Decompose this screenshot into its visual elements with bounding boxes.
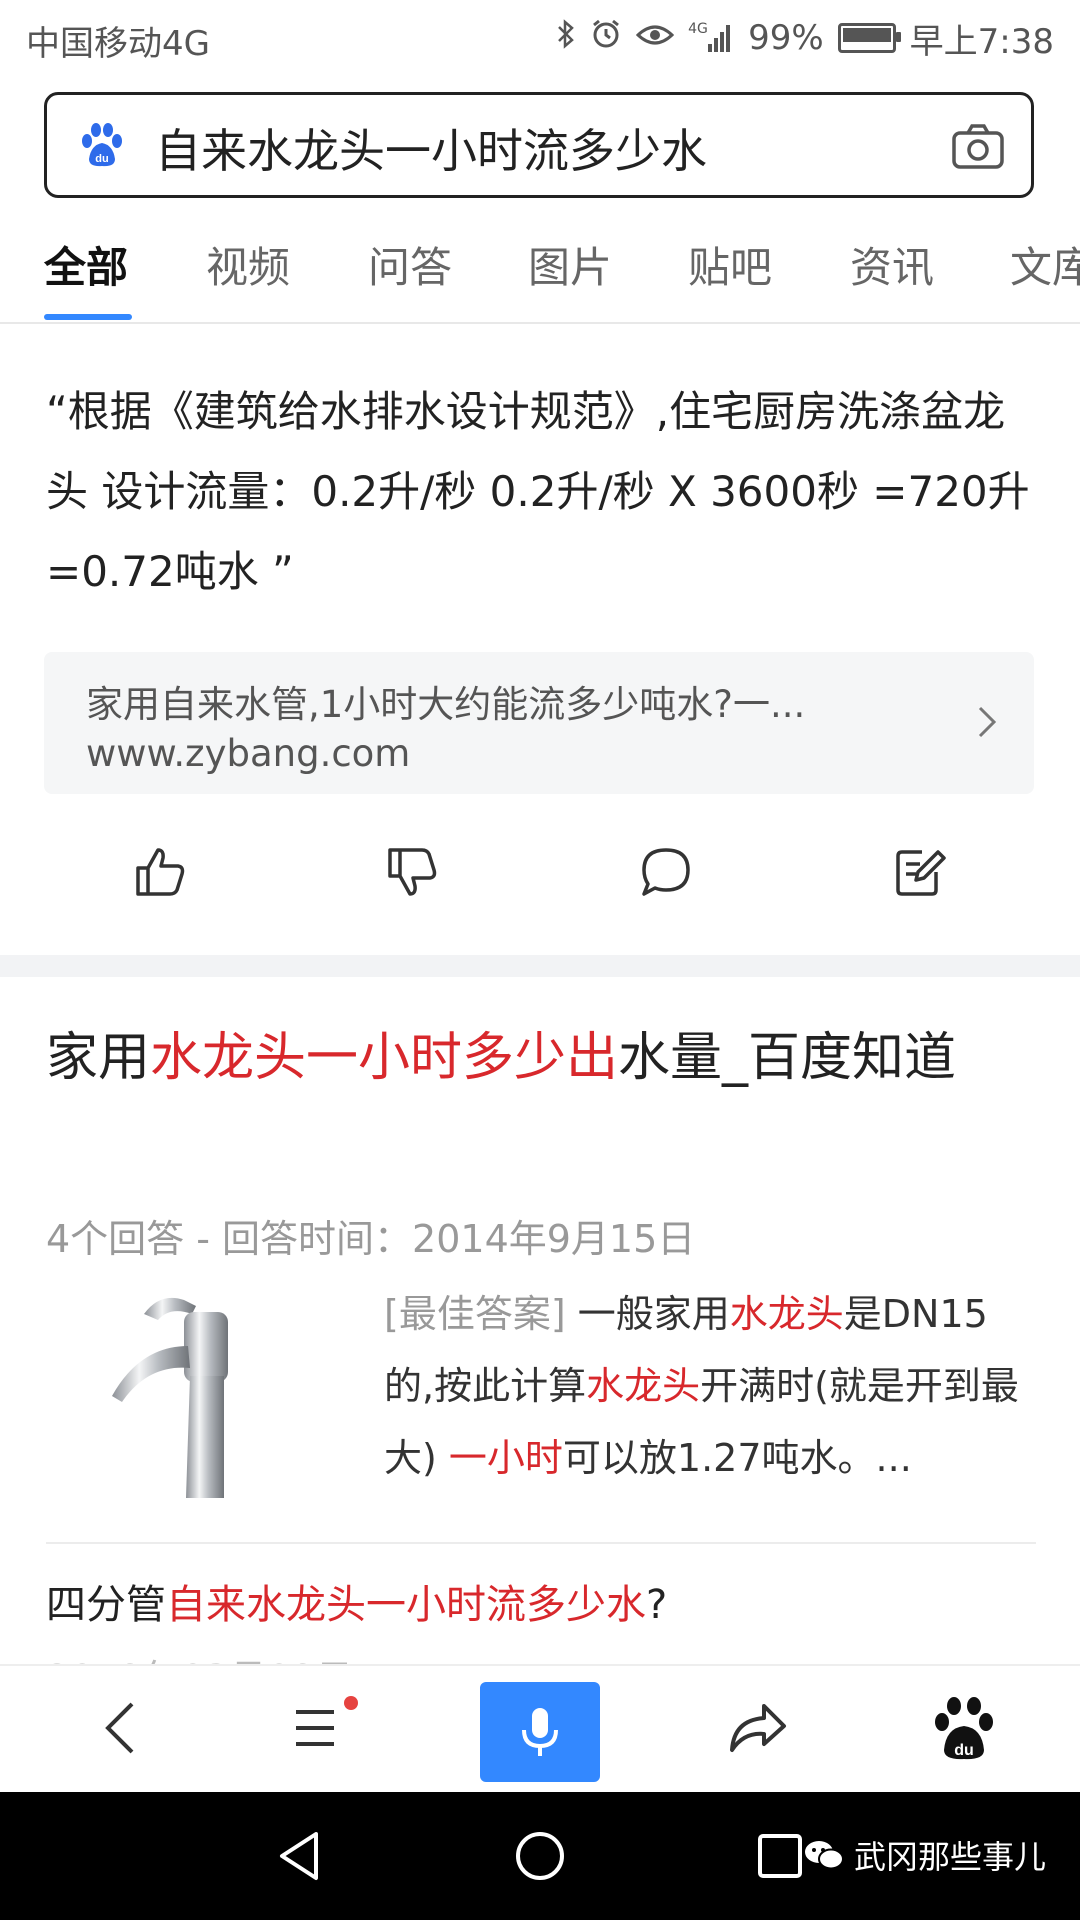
baidu-paw-icon: du xyxy=(82,123,122,167)
share-icon[interactable] xyxy=(718,1688,798,1768)
result-snippet: [最佳答案] 一般家用水龙头是DN15的,按此计算水龙头开满时(就是开到最大) … xyxy=(384,1278,1034,1494)
bottom-toolbar: du xyxy=(0,1664,1080,1794)
like-icon[interactable] xyxy=(130,842,190,902)
status-bar: 中国移动4G 4G 99% 早上7:38 xyxy=(0,0,1080,78)
snippet-part: 可以放1.27吨水。... xyxy=(562,1436,912,1480)
system-nav-bar: 武冈那些事儿 xyxy=(0,1792,1080,1920)
best-answer-label: [最佳答案] xyxy=(384,1292,566,1336)
mic-icon xyxy=(522,1708,558,1756)
search-bar[interactable]: du 自来水龙头一小时流多少水 xyxy=(44,92,1034,198)
bluetooth-icon xyxy=(556,18,576,59)
related-suffix: ? xyxy=(646,1582,668,1628)
svg-text:du: du xyxy=(954,1742,974,1759)
signal-icon: 4G xyxy=(688,22,734,54)
tab-images[interactable]: 图片 xyxy=(528,234,612,295)
section-divider xyxy=(0,955,1080,977)
watermark-text: 武冈那些事儿 xyxy=(853,1838,1046,1876)
result-title[interactable]: 家用水龙头一小时多少出水量_百度知道 xyxy=(46,1016,1036,1100)
search-input[interactable]: 自来水龙头一小时流多少水 xyxy=(155,115,707,181)
snippet-highlight: 水龙头 xyxy=(729,1292,844,1336)
faucet-thumbnail[interactable] xyxy=(100,1286,280,1501)
battery-icon xyxy=(837,23,901,53)
back-icon[interactable] xyxy=(82,1688,162,1768)
answer-text: “根据《建筑给水排水设计规范》,住宅厨房洗涤盆龙头 设计流量：0.2升/秒 0.… xyxy=(46,387,1030,596)
camera-icon[interactable] xyxy=(951,121,1005,171)
eye-icon xyxy=(635,18,675,58)
edit-icon[interactable] xyxy=(890,842,950,902)
related-question[interactable]: 四分管自来水龙头一小时流多少水? xyxy=(46,1572,667,1630)
nav-recents-icon[interactable] xyxy=(752,1828,808,1884)
tab-tieba[interactable]: 贴吧 xyxy=(688,234,772,295)
wechat-icon xyxy=(804,1841,844,1870)
clock: 早上7:38 xyxy=(909,21,1054,62)
chevron-right-icon xyxy=(978,706,997,738)
carrier-label: 中国移动4G xyxy=(26,24,210,64)
dislike-icon[interactable] xyxy=(382,842,442,902)
nav-back-icon[interactable] xyxy=(272,1828,328,1884)
snippet-part: 一般家用 xyxy=(565,1292,730,1336)
tab-qa[interactable]: 问答 xyxy=(368,234,452,295)
battery-percent: 99% xyxy=(748,18,824,58)
source-title: 家用自来水管,1小时大约能流多少吨水?一... xyxy=(86,683,806,726)
tab-wenku[interactable]: 文库 xyxy=(1010,234,1080,295)
snippet-highlight: 水龙头 xyxy=(586,1364,701,1408)
answer-source-card[interactable]: 家用自来水管,1小时大约能流多少吨水?一... www.zybang.com xyxy=(44,652,1034,794)
active-tab-indicator xyxy=(44,314,132,320)
nav-home-icon[interactable] xyxy=(512,1828,568,1884)
baidu-paw-icon[interactable]: du xyxy=(924,1688,1004,1768)
notification-dot xyxy=(344,1696,358,1710)
result-title-part: 水量_百度知道 xyxy=(618,1028,957,1088)
battery-fill xyxy=(842,28,891,42)
result-title-part: 家用 xyxy=(46,1028,151,1088)
tab-all[interactable]: 全部 xyxy=(44,234,128,295)
result-meta: 4个回答 - 回答时间：2014年9月15日 xyxy=(46,1217,696,1261)
result-title-highlight: 水龙头一小时多少出 xyxy=(150,1028,619,1088)
status-icons: 4G 99% 早上7:38 xyxy=(556,14,1054,62)
result-separator xyxy=(46,1542,1036,1544)
voice-search-button[interactable] xyxy=(480,1682,600,1782)
search-tabs: 全部 视频 问答 图片 贴吧 资讯 文库 xyxy=(0,210,1080,324)
source-url: www.zybang.com xyxy=(86,732,411,775)
watermark: 武冈那些事儿 xyxy=(804,1832,1046,1878)
comment-icon[interactable] xyxy=(636,842,696,902)
snippet-highlight: 一小时 xyxy=(448,1436,563,1480)
svg-text:du: du xyxy=(95,153,108,165)
answer-actions xyxy=(0,832,1080,922)
related-prefix: 四分管 xyxy=(46,1582,166,1628)
tab-news[interactable]: 资讯 xyxy=(850,234,934,295)
related-highlight: 自来水龙头一小时流多少水 xyxy=(166,1582,646,1628)
tab-video[interactable]: 视频 xyxy=(206,234,290,295)
alarm-icon xyxy=(590,18,622,59)
